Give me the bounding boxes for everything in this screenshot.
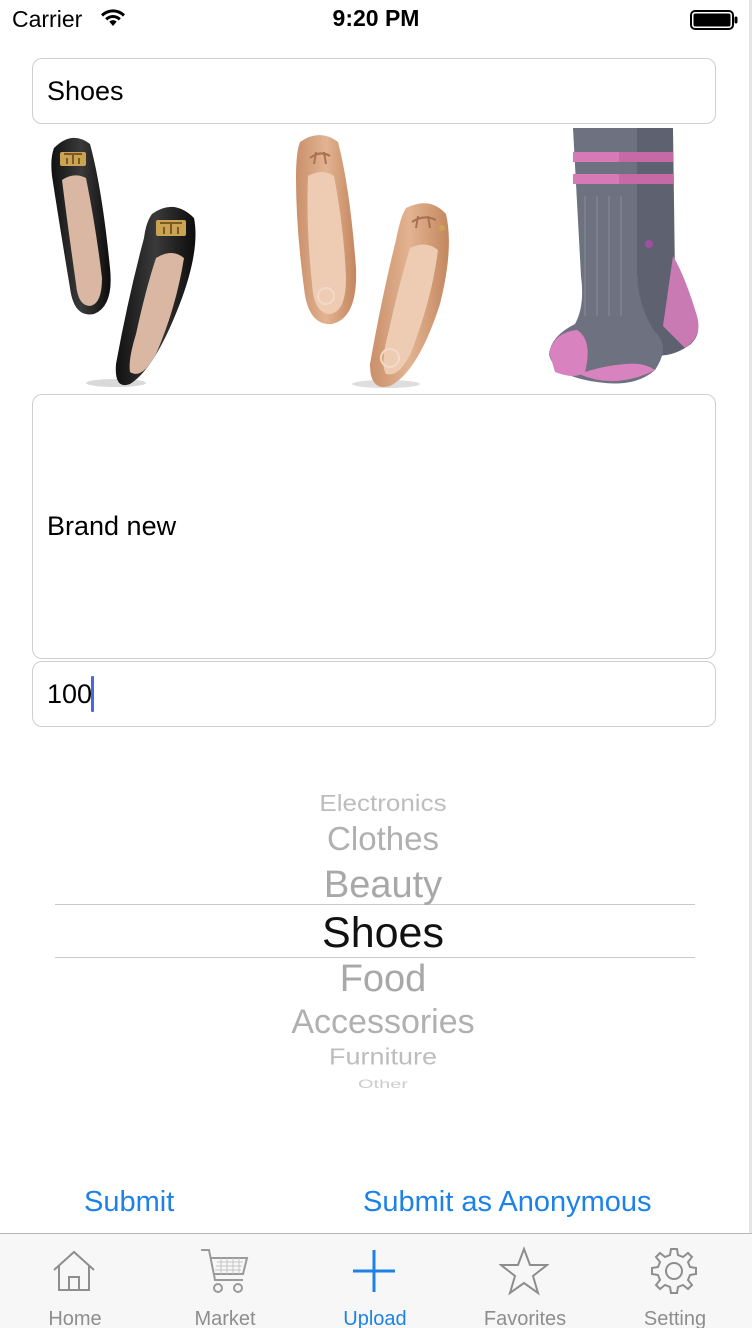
tab-market[interactable]: Market	[150, 1234, 300, 1328]
tab-home-label: Home	[48, 1308, 102, 1328]
home-icon	[53, 1250, 95, 1291]
cart-icon	[201, 1249, 249, 1293]
submit-anonymous-button[interactable]: Submit as Anonymous	[363, 1186, 652, 1219]
title-field-value: Shoes	[47, 76, 124, 106]
price-field-value: 100	[47, 679, 93, 709]
tab-favorites[interactable]: Favorites	[450, 1234, 600, 1328]
submit-button[interactable]: Submit	[84, 1186, 174, 1219]
nude-flats-photo[interactable]	[286, 128, 462, 395]
gear-icon	[651, 1248, 697, 1294]
picker-option-accessories[interactable]: Accessories	[0, 1003, 752, 1042]
picker-option-food[interactable]: Food	[0, 958, 752, 1001]
text-cursor	[91, 676, 94, 712]
picker-option-beauty[interactable]: Beauty	[0, 864, 752, 907]
picker-option-electronics[interactable]: Electronics	[0, 790, 752, 817]
socks-photo[interactable]	[545, 126, 705, 395]
black-flats-photo[interactable]	[44, 128, 204, 395]
tab-upload[interactable]: Upload	[300, 1234, 450, 1328]
category-picker[interactable]: Electronics Clothes Beauty Shoes Food Ac…	[0, 780, 752, 1100]
price-field[interactable]: 100	[32, 661, 716, 727]
tab-bar: Home Market Upload Favorites Setting	[0, 1233, 752, 1328]
upload-screen: Carrier 9:20 PM Shoes Brand new 100 Elec…	[0, 0, 752, 1328]
tab-setting[interactable]: Setting	[600, 1234, 750, 1328]
tab-upload-label: Upload	[343, 1308, 407, 1328]
status-bar: Carrier 9:20 PM	[0, 0, 752, 40]
title-field[interactable]: Shoes	[32, 58, 716, 124]
tab-favorites-label: Favorites	[483, 1308, 567, 1328]
tab-home[interactable]: Home	[0, 1234, 150, 1328]
tab-market-label: Market	[194, 1308, 256, 1328]
battery-icon	[690, 9, 738, 36]
plus-icon	[353, 1250, 395, 1292]
tab-setting-label: Setting	[643, 1308, 707, 1328]
clock: 9:20 PM	[332, 5, 420, 31]
description-field[interactable]: Brand new	[32, 394, 716, 659]
star-icon	[499, 1246, 549, 1296]
picker-option-shoes-selected[interactable]: Shoes	[0, 909, 752, 958]
picker-option-furniture[interactable]: Furniture	[0, 1044, 752, 1070]
picker-option-clothes[interactable]: Clothes	[0, 820, 752, 858]
picker-option-other[interactable]: Other	[0, 1078, 752, 1092]
description-field-value: Brand new	[47, 511, 177, 541]
